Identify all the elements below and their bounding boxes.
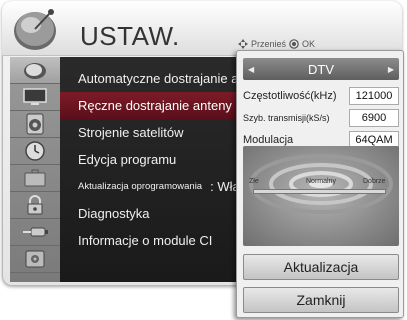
menu-item-software-update[interactable]: Aktualizacja oprogramowania : Włą [60,173,240,200]
settings-icon [25,250,45,268]
update-button[interactable]: Aktualizacja [243,254,399,280]
hint-ok-label: OK [302,39,316,49]
menu-item-diagnostics[interactable]: Diagnostyka [60,200,240,227]
sidebar-item-support[interactable] [10,246,60,273]
signal-waves-graphic [249,154,393,214]
page-title: USTAW. [80,21,180,51]
hint-move-label: Przenieś [251,39,287,49]
menu-item-ci-info[interactable]: Informacje o module CI [60,227,240,254]
frequency-field[interactable]: 121000 [349,87,399,105]
sidebar-item-audio[interactable] [10,111,60,138]
left-arrow-icon[interactable]: ◀ [248,65,254,74]
frequency-row: Częstotliwość(kHz) 121000 [243,86,399,106]
manual-tuning-dialog: ◀ DTV ▶ Częstotliwość(kHz) 121000 Szyb. … [236,50,404,318]
mode-selector[interactable]: ◀ DTV ▶ [243,58,399,80]
sidebar-item-options[interactable] [10,165,60,192]
briefcase-icon [24,169,46,187]
symbol-rate-field[interactable]: 6900 [349,109,399,127]
signal-strength-bar [253,189,386,194]
signal-label-bad: Złe [249,178,259,185]
move-arrows-icon [238,39,248,49]
sidebar-item-setup[interactable] [10,57,60,84]
sidebar-item-time[interactable] [10,138,60,165]
menu-item-manual-tuning[interactable]: Ręczne dostrajanie anteny [60,92,240,119]
right-arrow-icon[interactable]: ▶ [388,65,394,74]
monitor-icon [23,88,47,105]
menu-item-satellite-tuning[interactable]: Strojenie satelitów [60,119,240,146]
frequency-label: Częstotliwość(kHz) [243,90,337,102]
sidebar-item-lock[interactable] [10,192,60,219]
sidebar-item-input[interactable] [10,219,60,246]
mode-value: DTV [308,61,334,77]
satellite-dish-icon [14,9,56,50]
sidebar-item-picture[interactable] [10,84,60,111]
navigation-hint: Przenieś OK [238,39,315,49]
speaker-icon [26,113,44,135]
satellite-dish-icon [24,63,46,79]
clock-icon [25,141,45,161]
tv-setup-menu: USTAW. Przenieś OK Automatyczne dostraja… [0,0,407,320]
modulation-label: Modulacja [243,134,294,146]
menu-item-auto-tuning[interactable]: Automatyczne dostrajanie anteny [60,65,240,92]
symbol-rate-row: Szyb. transmisji(kS/s) 6900 [243,108,399,128]
setup-menu-list: Automatyczne dostrajanie anteny Ręczne d… [60,57,240,282]
lock-icon [27,195,43,215]
menu-item-program-edit[interactable]: Edycja programu [60,146,240,173]
signal-label-normal: Normalny [306,178,336,185]
ok-button-icon [289,39,299,49]
category-sidebar [10,57,60,282]
signal-label-good: Dobrze [363,178,386,185]
menu-header: USTAW. Przenieś OK [2,1,402,56]
signal-display [243,146,399,246]
symbol-rate-label: Szyb. transmisji(kS/s) [243,113,330,123]
close-button[interactable]: Zamknij [243,287,399,313]
cable-icon [23,227,48,237]
